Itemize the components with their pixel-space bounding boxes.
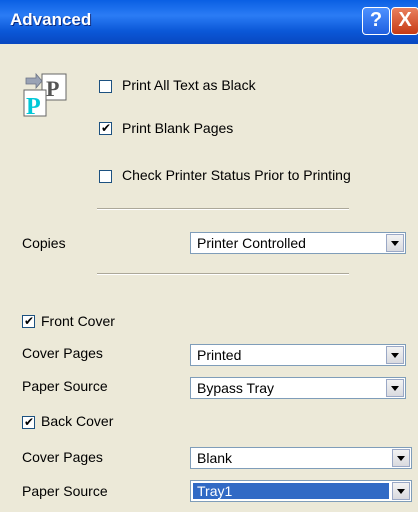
- front-paper-source-value: Bypass Tray: [197, 380, 275, 396]
- back-cover-checkbox[interactable]: ✔: [22, 415, 35, 429]
- front-cover-label: Front Cover: [41, 313, 115, 329]
- back-paper-source-value: Tray1: [197, 483, 233, 499]
- check-printer-status-checkbox[interactable]: [99, 170, 112, 183]
- check-mark-icon: ✔: [24, 415, 35, 429]
- separator: [97, 273, 349, 275]
- front-cover-checkbox[interactable]: ✔: [22, 314, 35, 328]
- window-title: Advanced: [10, 10, 92, 29]
- help-button[interactable]: ?: [362, 7, 390, 35]
- print-all-text-black-checkbox[interactable]: [99, 80, 112, 93]
- title-bar[interactable]: Advanced ? X: [0, 0, 418, 44]
- back-cover-pages-label: Cover Pages: [22, 449, 103, 465]
- check-printer-status-label: Check Printer Status Prior to Printing: [122, 167, 351, 183]
- close-icon: X: [398, 9, 412, 31]
- chevron-down-icon[interactable]: [386, 379, 404, 397]
- back-paper-source-label: Paper Source: [22, 483, 108, 499]
- printer-settings-icon: P P: [23, 72, 67, 118]
- close-button[interactable]: X: [391, 7, 418, 35]
- help-icon: ?: [369, 9, 383, 31]
- svg-text:P: P: [46, 76, 59, 101]
- chevron-down-icon[interactable]: [392, 482, 410, 500]
- copies-label: Copies: [22, 235, 66, 251]
- chevron-down-icon[interactable]: [386, 234, 404, 252]
- front-paper-source-select[interactable]: Bypass Tray: [190, 377, 406, 399]
- chevron-down-icon[interactable]: [386, 346, 404, 364]
- check-mark-icon: ✔: [101, 121, 112, 135]
- separator: [97, 208, 349, 210]
- print-all-text-black-label: Print All Text as Black: [122, 77, 256, 93]
- front-cover-pages-select[interactable]: Printed: [190, 344, 406, 366]
- back-paper-source-select[interactable]: Tray1: [190, 480, 412, 502]
- check-mark-icon: ✔: [24, 314, 35, 328]
- front-paper-source-label: Paper Source: [22, 378, 108, 394]
- back-cover-pages-value: Blank: [197, 450, 233, 466]
- print-blank-pages-label: Print Blank Pages: [122, 120, 234, 136]
- print-blank-pages-checkbox[interactable]: ✔: [99, 121, 112, 135]
- copies-select[interactable]: Printer Controlled: [190, 232, 406, 254]
- copies-value: Printer Controlled: [197, 235, 306, 251]
- svg-text:P: P: [26, 94, 41, 118]
- front-cover-pages-value: Printed: [197, 347, 242, 363]
- back-cover-label: Back Cover: [41, 413, 114, 429]
- front-cover-pages-label: Cover Pages: [22, 345, 103, 361]
- advanced-dialog: Advanced ? X P P Print All Text as Black…: [0, 0, 418, 512]
- back-cover-pages-select[interactable]: Blank: [190, 447, 412, 469]
- chevron-down-icon[interactable]: [392, 449, 410, 467]
